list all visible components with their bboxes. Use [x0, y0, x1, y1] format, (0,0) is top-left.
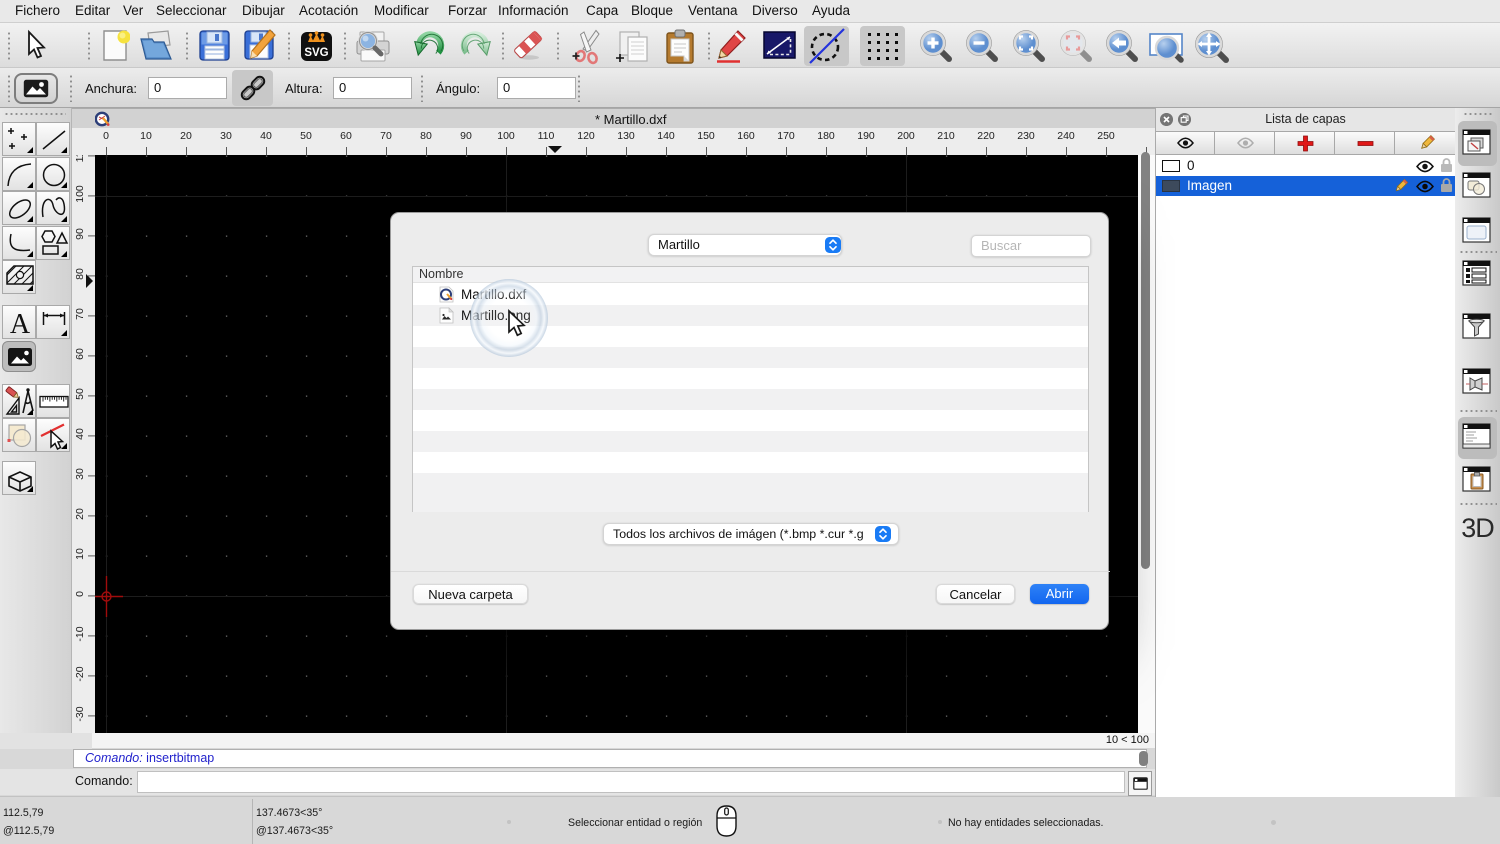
svg-text:A: A [10, 309, 31, 340]
svg-text:SVG: SVG [304, 47, 328, 59]
